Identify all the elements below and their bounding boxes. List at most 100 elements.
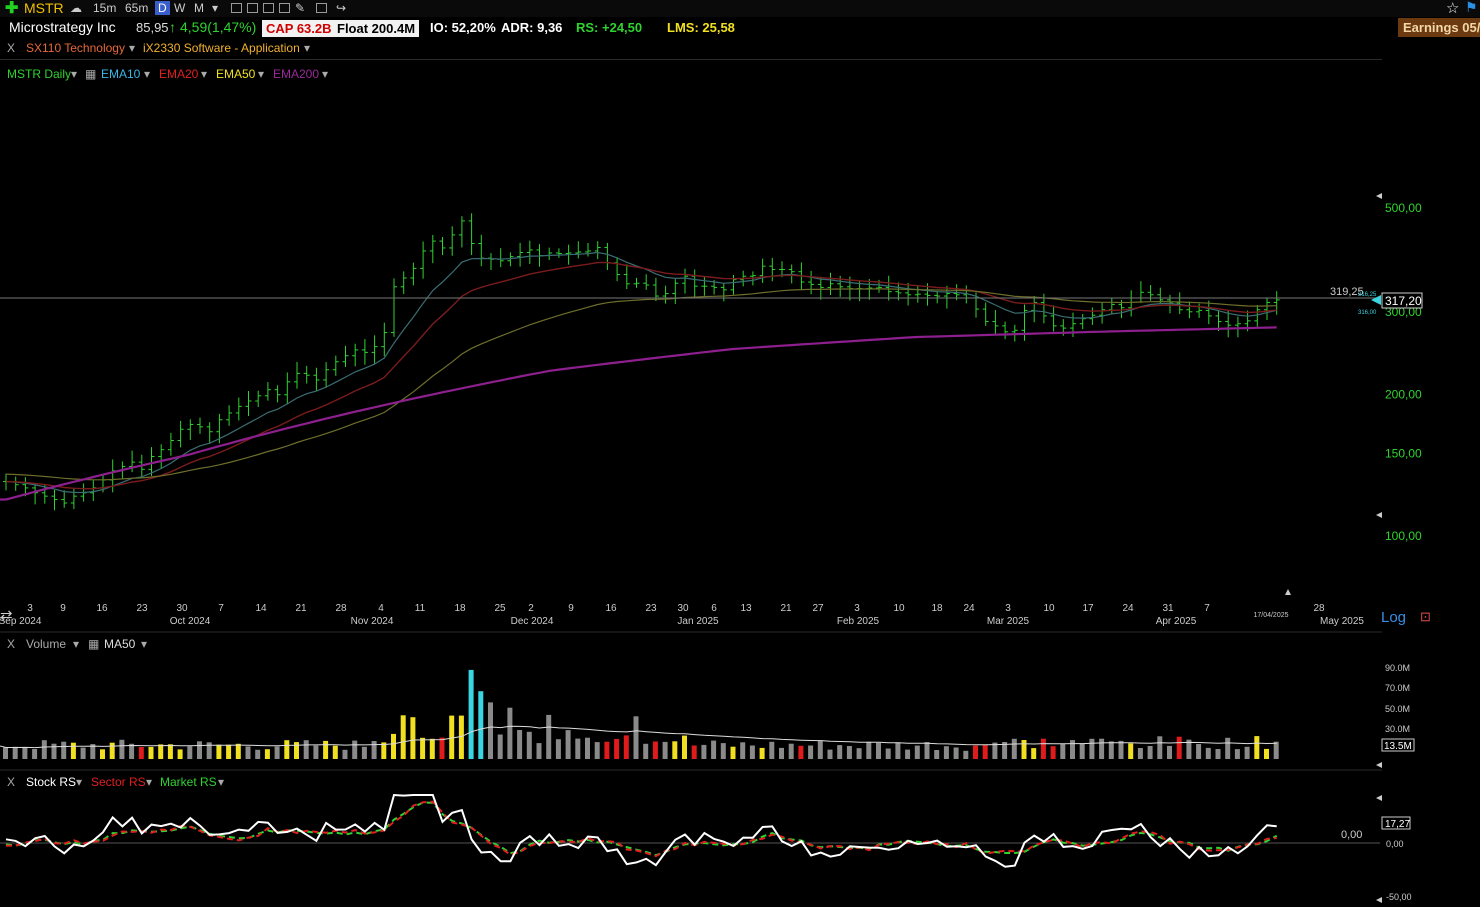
price-bar: [294, 361, 300, 389]
volume-bar: [41, 740, 47, 759]
price-bar: [1099, 302, 1106, 324]
price-bar: [439, 236, 446, 256]
x-tick-label: 18: [454, 603, 466, 614]
volume-bar: [604, 741, 610, 759]
volume-bar: [3, 747, 8, 759]
x-tick-label: 4: [378, 603, 384, 614]
volume-bar: [846, 746, 852, 759]
log-toggle[interactable]: Log: [1381, 609, 1406, 626]
ema10-line: [5, 251, 1277, 494]
price-bar: [1002, 321, 1009, 340]
volume-bar: [1264, 748, 1269, 759]
price-bar: [517, 242, 524, 267]
volume-bar: [1089, 738, 1095, 759]
volume-bar: [749, 745, 755, 759]
volume-axis-label: 30.0M: [1385, 724, 1410, 734]
x-tick-label: 7: [218, 603, 224, 614]
price-bar: [274, 385, 281, 403]
price-axis-label: 500,00: [1385, 201, 1422, 215]
volume-bar: [973, 745, 978, 759]
close-rs-icon[interactable]: X: [7, 775, 15, 789]
volume-bar: [623, 735, 629, 759]
volume-bar: [1099, 738, 1105, 759]
table-icon[interactable]: ▦: [88, 637, 99, 651]
swap-icon[interactable]: ⇄: [0, 607, 13, 624]
chevron-down-icon[interactable]: ▾: [76, 775, 82, 789]
lock-icon[interactable]: ⊡: [1420, 609, 1431, 624]
price-bar: [90, 479, 97, 502]
volume-bar: [197, 741, 202, 759]
x-tick-label: 11: [415, 603, 426, 614]
scroll-down-icon[interactable]: [1376, 512, 1382, 518]
rs-zero-label: 0,00: [1341, 829, 1362, 841]
volume-bar: [1234, 749, 1240, 759]
stock-rs-label[interactable]: Stock RS: [26, 775, 76, 789]
price-bar: [361, 339, 368, 365]
price-bar: [1264, 297, 1270, 320]
sector-rs-label[interactable]: Sector RS: [91, 775, 146, 789]
volume-bar: [420, 737, 426, 759]
chevron-down-icon[interactable]: ▾: [73, 637, 79, 651]
price-bar: [468, 213, 475, 256]
price-chart[interactable]: 319,25 316,25 316,00 500,00300,00200,001…: [0, 0, 1480, 907]
chevron-down-icon[interactable]: ▾: [146, 775, 152, 789]
x-tick-label: 16: [96, 603, 108, 614]
volume-bar: [478, 691, 484, 759]
scroll-up-icon[interactable]: [1376, 193, 1382, 199]
price-bar: [769, 257, 776, 282]
market-rs-label[interactable]: Market RS: [160, 775, 217, 789]
scroll-up-icon[interactable]: [1376, 795, 1382, 801]
volume-bar: [575, 738, 581, 759]
volume-bar: [342, 749, 348, 759]
volume-bar: [410, 717, 416, 759]
volume-bar: [235, 743, 241, 759]
price-bar: [1079, 314, 1086, 330]
volume-bar: [294, 742, 299, 759]
price-bar: [682, 268, 688, 294]
volume-bar: [614, 738, 620, 759]
price-bar: [177, 420, 184, 448]
ma50-label[interactable]: MA50: [104, 637, 135, 651]
price-bar: [555, 248, 562, 258]
price-bar: [158, 444, 165, 469]
volume-bar: [1070, 740, 1075, 759]
volume-label[interactable]: Volume: [26, 637, 66, 651]
volume-bar: [1137, 748, 1143, 759]
volume-bar: [682, 735, 687, 759]
volume-bar: [352, 740, 358, 759]
chevron-down-icon[interactable]: ▾: [218, 775, 224, 789]
x-tick-label: 28: [335, 603, 347, 614]
price-bar: [1108, 297, 1115, 315]
current-price: 317,20: [1385, 294, 1422, 308]
price-bar: [352, 343, 359, 367]
volume-bar: [1205, 747, 1211, 759]
volume-bar: [924, 742, 930, 759]
price-bar: [303, 365, 310, 384]
volume-bar: [439, 737, 445, 759]
x-tick-label: 28: [1313, 603, 1325, 614]
price-bar: [61, 490, 68, 508]
price-bar: [381, 322, 388, 357]
price-bar: [623, 264, 630, 290]
rs-axis-label: -50,00: [1386, 892, 1412, 902]
price-bar: [284, 372, 291, 405]
x-tick-label: 27: [812, 603, 824, 614]
x-month-label: Feb 2025: [837, 616, 880, 627]
triangle-up-icon[interactable]: [1285, 589, 1291, 595]
price-bar: [982, 302, 989, 326]
price-bar: [1205, 300, 1212, 325]
chevron-down-icon[interactable]: ▾: [141, 637, 147, 651]
volume-bar: [740, 742, 746, 759]
x-tick-label: 18: [931, 603, 943, 614]
volume-axis-label: 70.0M: [1385, 683, 1410, 693]
volume-bar: [109, 742, 115, 759]
close-volume-icon[interactable]: X: [7, 637, 15, 651]
volume-bar: [905, 749, 911, 759]
x-tick-label: 17/04/2025: [1253, 612, 1288, 619]
volume-bar: [1021, 740, 1027, 759]
x-tick-label: 6: [711, 603, 717, 614]
scroll-down-icon[interactable]: [1376, 762, 1382, 768]
volume-bar: [565, 730, 571, 759]
scroll-down-icon[interactable]: [1376, 897, 1382, 903]
volume-bar: [1147, 746, 1153, 759]
